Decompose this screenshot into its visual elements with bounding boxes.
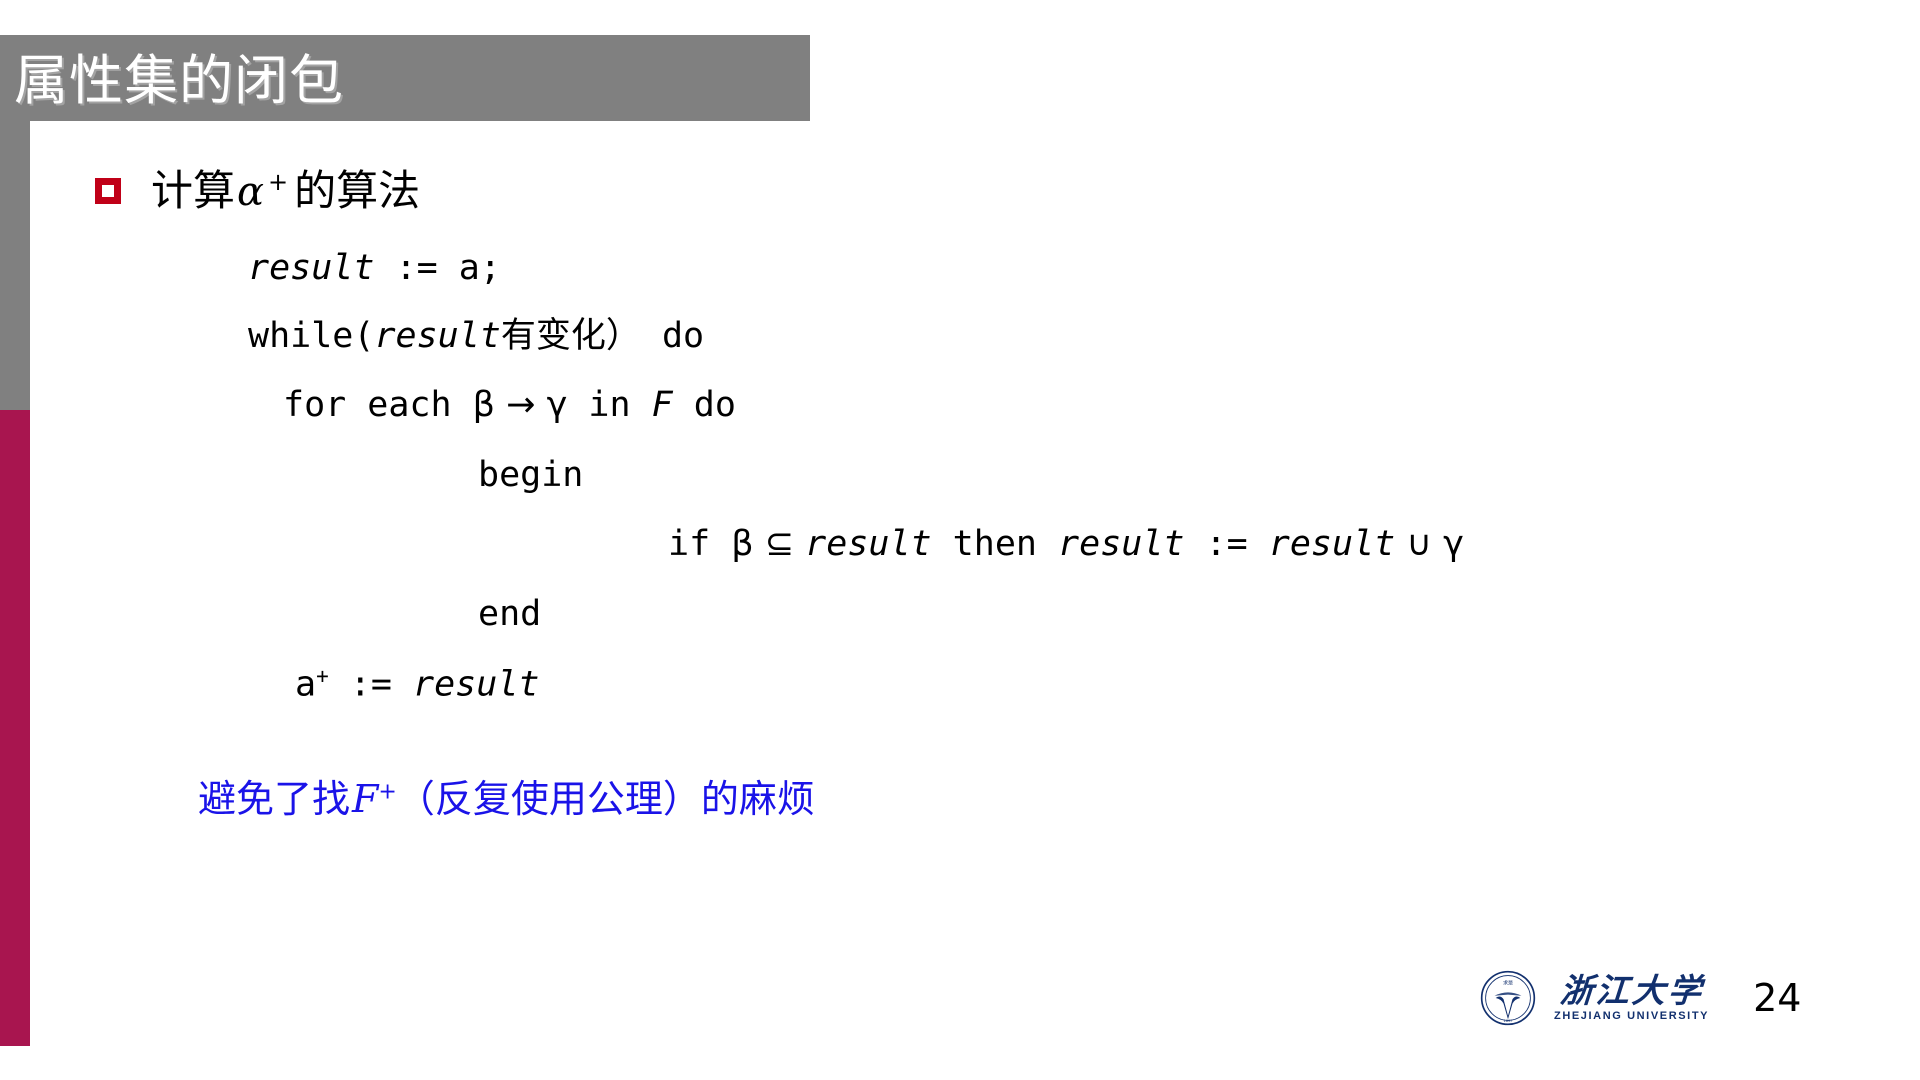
code-line-begin: begin: [478, 455, 584, 495]
remark-note: 避免了找F+（反复使用公理）的麻烦: [198, 780, 815, 818]
remark-f-superscript: +: [378, 779, 397, 805]
aplus-assign-operator: :=: [328, 664, 414, 705]
square-bullet-icon: [95, 178, 121, 204]
bullet-suffix-text: 的算法: [294, 166, 421, 215]
slide-title: 属性集的闭包: [14, 49, 344, 112]
if-beta-symbol: β: [731, 524, 754, 564]
bullet-heading: 计算α + 的算法: [95, 170, 420, 212]
aplus-base: a: [295, 664, 317, 705]
zhejiang-university-seal-icon: 求是 1897: [1480, 970, 1536, 1026]
if-keyword: if: [668, 524, 732, 564]
svg-text:求是: 求是: [1503, 980, 1513, 987]
zhejiang-university-wordmark: 浙江大学 ZHEJIANG UNIVERSITY: [1554, 971, 1710, 1022]
beta-symbol: β: [472, 385, 495, 425]
bullet-prefix-text: 计算: [151, 166, 236, 215]
foreach-do-keyword: do: [672, 385, 736, 425]
result-variable: result: [248, 248, 375, 288]
svg-text:1897: 1897: [1504, 1018, 1513, 1023]
bullet-heading-label: 计算α + 的算法: [151, 168, 420, 215]
university-name-cn: 浙江大学: [1558, 971, 1705, 1010]
code-line-for-each: for each β → γ in F do: [283, 388, 736, 423]
if-result-variable-3: result: [1268, 524, 1396, 564]
if-gamma-symbol: γ: [1443, 524, 1464, 564]
while-keyword: while(: [248, 316, 375, 356]
gamma-symbol: γ: [546, 385, 568, 425]
aplus-superscript: +: [316, 664, 329, 688]
code-line-while: while(result有变化） do: [248, 319, 704, 354]
foreach-keyword: for each: [283, 385, 473, 425]
slide-footer: 求是 1897 浙江大学 ZHEJIANG UNIVERSITY 24: [1480, 970, 1801, 1026]
slide-root: 属性集的闭包 计算α + 的算法 result := a; while(result…: [0, 0, 1920, 1080]
slide-content: 计算α + 的算法 result := a; while(result有变化） do…: [0, 121, 1920, 1080]
while-result-variable: result: [374, 316, 501, 356]
code-line-end: end: [478, 594, 542, 634]
if-result-variable-1: result: [805, 524, 932, 564]
aplus-result-variable: result: [413, 664, 540, 705]
remark-f-symbol: F: [352, 777, 379, 821]
union-symbol: ∪: [1406, 524, 1432, 564]
alpha-symbol: α: [237, 169, 265, 215]
while-do-keyword: do: [640, 316, 705, 356]
code-line-alpha-plus-assign: a+ := result: [295, 666, 539, 703]
university-name-en: ZHEJIANG UNIVERSITY: [1554, 1010, 1710, 1022]
if-result-variable-2: result: [1058, 524, 1185, 564]
while-condition-cjk: 有变化）: [500, 316, 641, 356]
result-assign-rest: := a;: [374, 248, 501, 288]
page-number: 24: [1753, 976, 1802, 1020]
then-keyword: then: [931, 524, 1059, 564]
arrow-icon: →: [506, 385, 536, 425]
alpha-superscript: +: [268, 168, 289, 196]
remark-prefix: 避免了找: [198, 777, 351, 821]
code-line-result-assign: result := a;: [248, 251, 501, 286]
f-set-variable: F: [651, 385, 673, 425]
subset-symbol: ⊆: [764, 524, 795, 564]
remark-suffix: （反复使用公理）的麻烦: [396, 777, 815, 821]
foreach-in-keyword: in: [567, 385, 652, 425]
assign-operator: :=: [1184, 524, 1269, 564]
code-line-if: if β ⊆ result then result := result ∪ γ: [668, 527, 1464, 562]
